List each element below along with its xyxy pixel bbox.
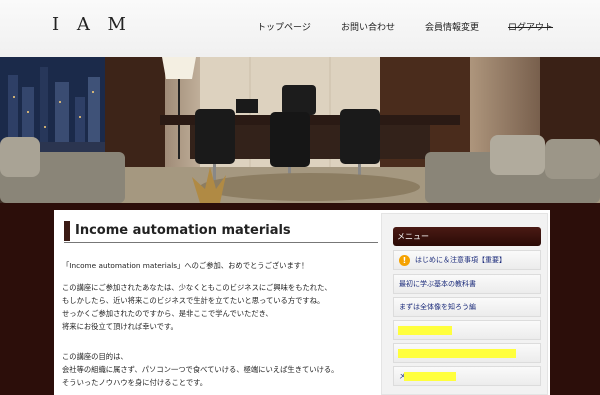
site-header: I A M トップページ お問い合わせ 会員情報変更 ログアウト (0, 0, 600, 57)
page-title-text: Income automation materials (75, 223, 291, 238)
redaction-highlight (398, 326, 452, 335)
purpose-line: この講座の目的は、 (62, 352, 128, 361)
description-paragraph: この講座にご参加されたあなたは、少なくともこのビジネスにご興味をもたれた、 もし… (62, 281, 382, 333)
intro-paragraph: 「Income automation materials」へのご参加、おめでとう… (62, 259, 382, 272)
title-accent-bar (64, 221, 70, 241)
description-line: もしかしたら、近い将来このビジネスで生計を立てたいと思っている方ですね。 (62, 296, 325, 305)
office-illustration (0, 57, 600, 203)
warning-icon: ! (399, 254, 410, 266)
description-line: せっかくご参加されたのですから、是非ここで学んでいただき、 (62, 309, 273, 318)
nav-member-info[interactable]: 会員情報変更 (425, 20, 479, 33)
purpose-line: そういったノウハウを身に付けることです。 (62, 378, 207, 387)
intro-line: 「Income automation materials」へのご参加、おめでとう… (62, 261, 309, 270)
nav-contact[interactable]: お問い合わせ (341, 20, 395, 33)
sidebar-item-textbook[interactable]: 最初に学ぶ基本の教科書 (393, 274, 541, 294)
nav-top-page[interactable]: トップページ (257, 20, 311, 33)
redaction-highlight (404, 372, 456, 381)
sidebar-item-intro[interactable]: ! はじめに＆注意事項【重要】 (393, 250, 541, 270)
sidebar-item-label: はじめに＆注意事項【重要】 (415, 256, 506, 264)
main-nav: トップページ お問い合わせ 会員情報変更 ログアウト (0, 20, 600, 34)
nav-logout[interactable]: ログアウト (508, 20, 553, 33)
sidebar-item-label: まずは全体像を知ろう編 (399, 303, 476, 311)
page-title: Income automation materials (64, 221, 378, 243)
description-line: この講座にご参加されたあなたは、少なくともこのビジネスにご興味をもたれた、 (62, 283, 332, 292)
purpose-line: 会社等の組織に属さず、パソコン一つで食べていける、極端にいえば生きていける。 (62, 365, 339, 374)
sidebar-item-label: 最初に学ぶ基本の教科書 (399, 280, 476, 288)
sidebar-item-overview[interactable]: まずは全体像を知ろう編 (393, 297, 541, 317)
redaction-highlight (398, 349, 516, 358)
sidebar-menu-header: メニュー (393, 227, 541, 246)
purpose-paragraph: この講座の目的は、 会社等の組織に属さず、パソコン一つで食べていける、極端にいえ… (62, 350, 382, 389)
description-line: 将来にお役立て頂ければ幸いです。 (62, 322, 178, 331)
hero-image (0, 57, 600, 203)
